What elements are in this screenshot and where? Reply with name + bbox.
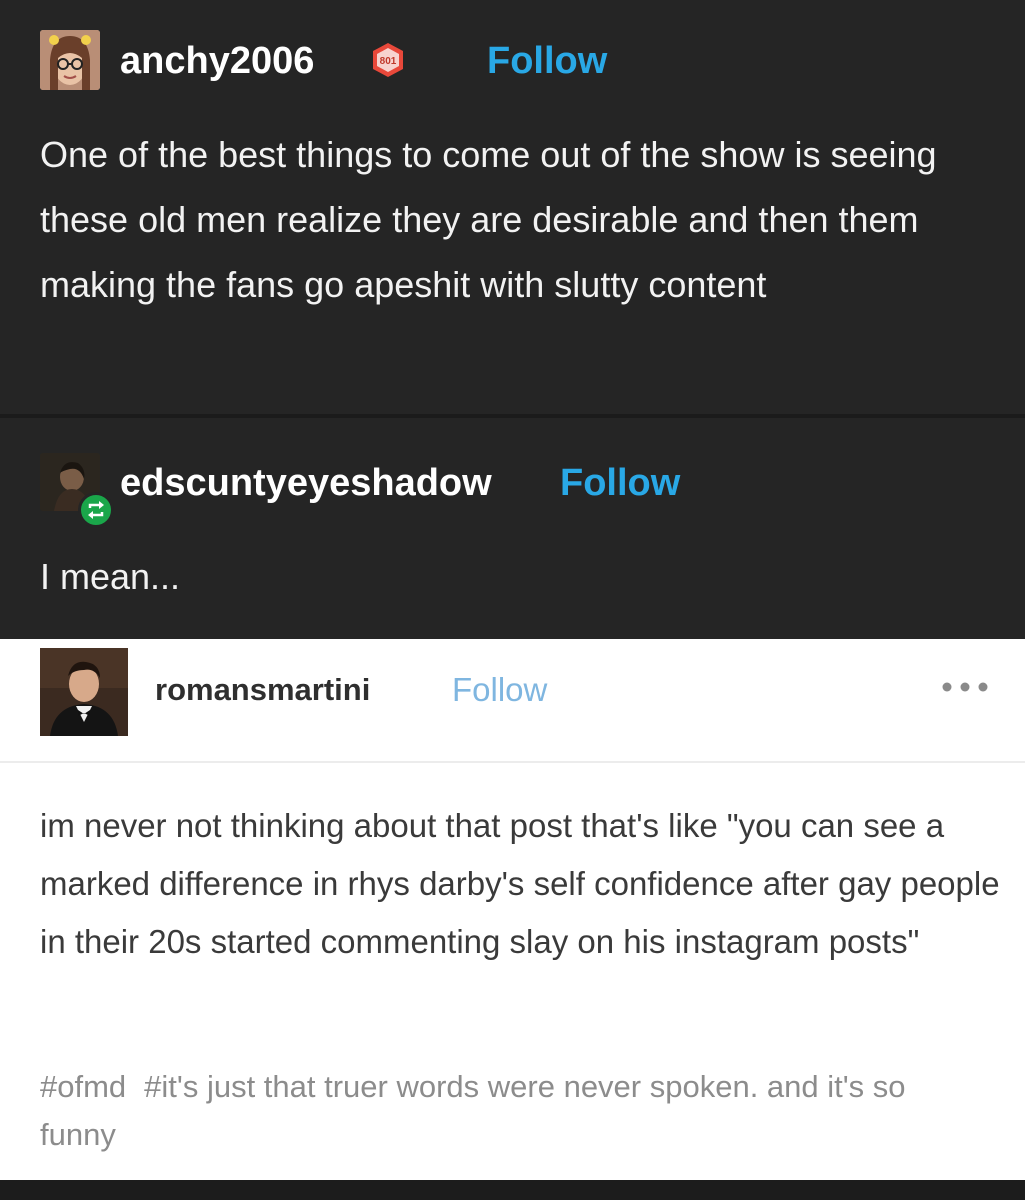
reblog-arrows-icon [88, 501, 104, 519]
avatar-romansmartini[interactable] [40, 648, 128, 736]
avatar-girl-glasses-icon [40, 30, 100, 90]
card-divider [0, 761, 1025, 763]
more-options-icon[interactable] [937, 672, 997, 702]
username-anchy2006[interactable]: anchy2006 [120, 40, 314, 83]
post-body-edscuntyeyeshadow: I mean... [40, 556, 181, 597]
embedded-post-body: im never not thinking about that post th… [40, 807, 1000, 960]
badge-icon: 801 [373, 43, 403, 77]
username-romansmartini[interactable]: romansmartini [155, 672, 370, 708]
avatar-man-tuxedo-icon [40, 648, 128, 736]
reblog-icon [78, 492, 114, 528]
follow-button-romansmartini[interactable]: Follow [452, 671, 547, 709]
username-edscuntyeyeshadow[interactable]: edscuntyeyeshadow [120, 462, 492, 505]
post-body-anchy2006: One of the best things to come out of th… [40, 134, 937, 305]
tag-item[interactable]: #it's just that truer words were never s… [40, 1069, 906, 1152]
bottom-bar [0, 1180, 1025, 1200]
follow-button-anchy2006[interactable]: Follow [487, 40, 607, 83]
avatar-anchy2006[interactable] [40, 30, 100, 90]
tag-list: #ofmd #it's just that truer words were ne… [40, 1063, 1000, 1159]
tag-item[interactable]: #ofmd [40, 1069, 126, 1104]
badge-text: 801 [380, 56, 397, 67]
follow-button-edscuntyeyeshadow[interactable]: Follow [560, 462, 680, 505]
